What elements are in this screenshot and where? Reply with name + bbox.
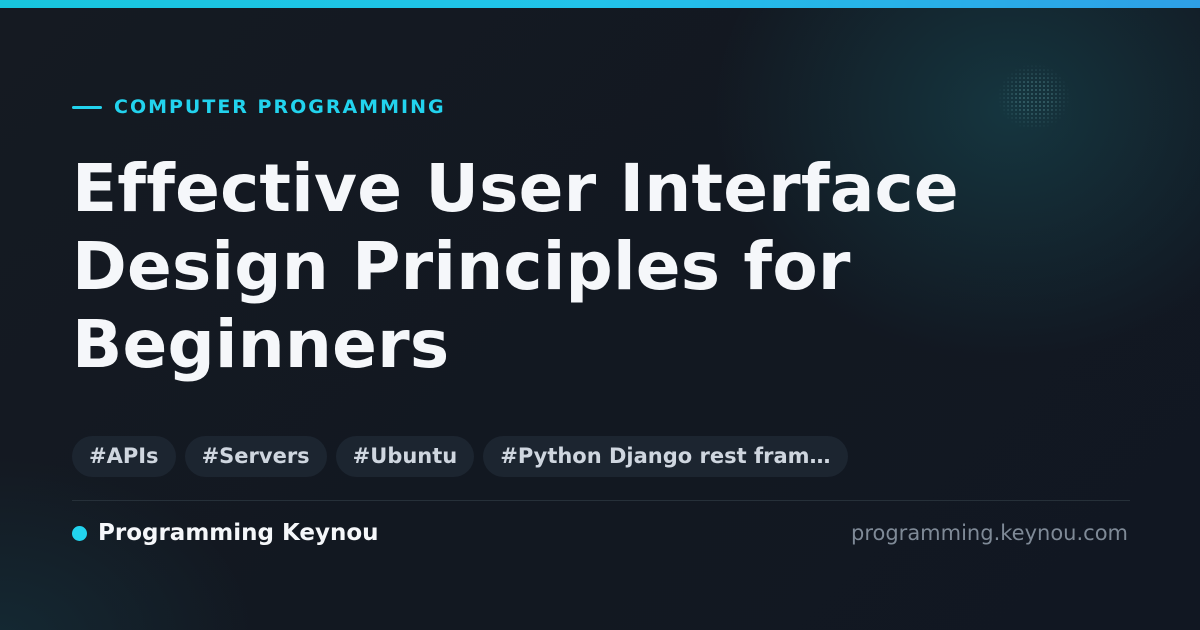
tag-list: #APIs #Servers #Ubuntu #Python Django re… [72, 436, 848, 477]
tag-chip[interactable]: #Ubuntu [335, 436, 475, 477]
brand[interactable]: Programming Keynou [72, 518, 379, 548]
category-dash-icon [72, 105, 102, 109]
tag-chip[interactable]: #APIs [72, 436, 176, 477]
brand-dot-icon [72, 525, 87, 541]
decorative-dot-pattern [998, 64, 1070, 130]
accent-top-bar [0, 0, 1200, 8]
article-title: Effective User Interface Design Principl… [72, 150, 959, 383]
category-eyebrow: COMPUTER PROGRAMMING [72, 94, 446, 120]
brand-name: Programming Keynou [98, 520, 379, 546]
og-card: COMPUTER PROGRAMMING Effective User Inte… [0, 0, 1200, 630]
category-label: COMPUTER PROGRAMMING [114, 96, 446, 118]
footer-divider [72, 500, 1130, 501]
tag-chip[interactable]: #Python Django rest fram… [483, 436, 848, 477]
site-url-link[interactable]: programming.keynou.com [851, 518, 1128, 548]
tag-chip[interactable]: #Servers [184, 436, 327, 477]
